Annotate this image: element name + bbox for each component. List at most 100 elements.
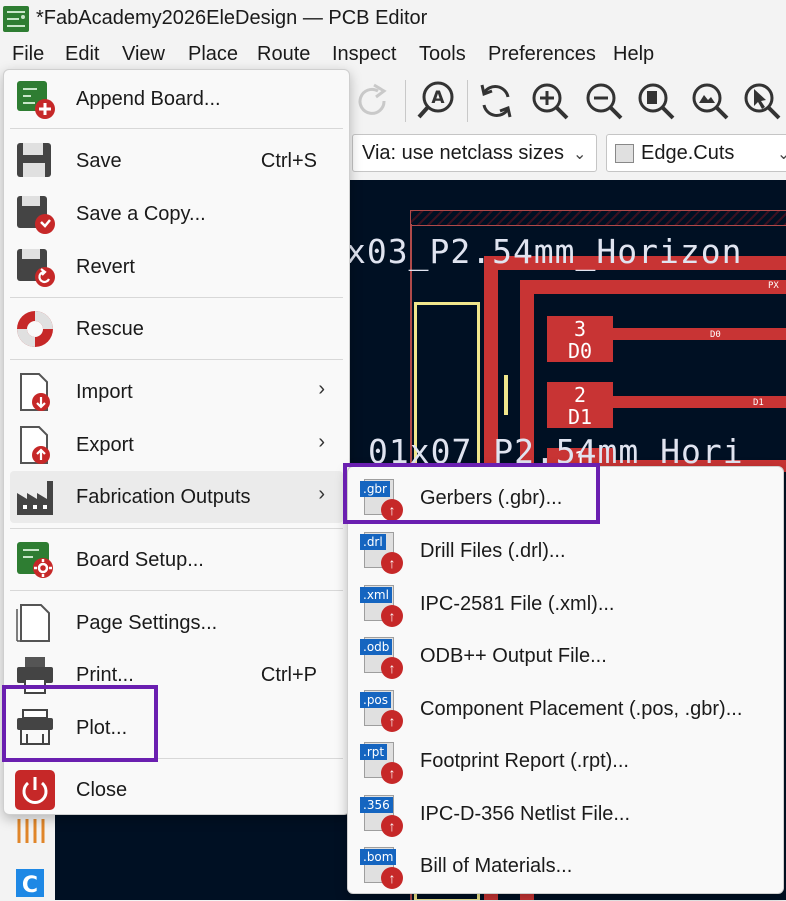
menu-item-append-board[interactable]: Append Board... [10, 73, 343, 125]
menu-separator [10, 128, 343, 129]
zoom-fit-icon[interactable] [634, 79, 678, 123]
menu-item-export[interactable]: Export › [10, 419, 343, 471]
menu-item-close[interactable]: Close [10, 764, 343, 816]
title-bar: *FabAcademy2026EleDesign — PCB Editor [0, 0, 786, 38]
menu-item-rescue[interactable]: Rescue [10, 303, 343, 355]
odb-file-icon: .odb ↑ [360, 635, 404, 679]
trace-net-label: D1 [753, 398, 764, 408]
power-icon [15, 770, 55, 810]
via-size-select[interactable]: Via: use netclass sizes ⌄ [352, 134, 597, 172]
layer-value: Edge.Cuts [641, 142, 735, 164]
menu-item-shortcut: Ctrl+S [260, 150, 317, 172]
menu-item-label: Print... [76, 664, 134, 686]
submenu-item-odb[interactable]: .odb ↑ ODB++ Output File... [354, 630, 777, 682]
submenu-item-bill-of-materials[interactable]: .bom ↑ Bill of Materials... [354, 840, 777, 892]
pad-net: D0 [567, 339, 593, 363]
rescue-icon [17, 311, 53, 347]
menu-item-import[interactable]: Import › [10, 366, 343, 418]
menu-item-label: Append Board... [76, 88, 221, 110]
footprint-icon[interactable]: C [12, 865, 48, 901]
submenu-item-label: Component Placement (.pos, .gbr)... [420, 698, 743, 720]
footprint-value-text: x03_P2.54mm_Horizon [346, 232, 743, 271]
submenu-item-footprint-report[interactable]: .rpt ↑ Footprint Report (.rpt)... [354, 735, 777, 787]
menu-file[interactable]: File [12, 43, 44, 66]
submenu-item-label: Footprint Report (.rpt)... [420, 750, 629, 772]
zoom-in-icon[interactable] [528, 79, 572, 123]
menu-edit[interactable]: Edit [65, 43, 99, 66]
menu-preferences[interactable]: Preferences [488, 43, 596, 66]
submenu-item-label: Bill of Materials... [420, 855, 573, 877]
gerbers-highlight-box [343, 463, 600, 524]
bom-file-icon: .bom ↑ [360, 845, 404, 889]
redo-icon[interactable] [352, 79, 396, 123]
submenu-item-label: Drill Files (.drl)... [420, 540, 566, 562]
trace-net-label: PX [768, 281, 779, 291]
rpt-file-icon: .rpt ↑ [360, 740, 404, 784]
append-board-icon [17, 81, 55, 119]
courtyard-outline [410, 210, 786, 226]
menu-separator [10, 528, 343, 529]
submenu-item-drill-files[interactable]: .drl ↑ Drill Files (.drl)... [354, 525, 777, 577]
menu-item-page-settings[interactable]: Page Settings... [10, 597, 343, 649]
tune-icon[interactable] [14, 815, 48, 845]
submenu-item-label: IPC-2581 File (.xml)... [420, 593, 615, 615]
submenu-item-label: ODB++ Output File... [420, 645, 607, 667]
fabrication-outputs-submenu: .gbr ↑ Gerbers (.gbr)... .drl ↑ Drill File… [347, 466, 784, 894]
pos-file-icon: .pos ↑ [360, 688, 404, 732]
menu-route[interactable]: Route [257, 43, 310, 66]
menu-item-label: Page Settings... [76, 612, 218, 634]
menu-item-save-copy[interactable]: Save a Copy... [10, 188, 343, 240]
pad-number: 3 [573, 317, 587, 341]
menu-item-revert[interactable]: Revert [10, 241, 343, 293]
save-icon [17, 143, 51, 177]
zoom-selection-icon[interactable] [740, 79, 784, 123]
save-copy-icon [17, 196, 55, 234]
menu-item-label: Revert [76, 256, 135, 278]
menu-item-label: Fabrication Outputs [76, 486, 251, 508]
menu-tools[interactable]: Tools [419, 43, 466, 66]
chevron-down-icon: ⌄ [777, 146, 786, 163]
refresh-icon[interactable] [474, 79, 518, 123]
menu-separator [10, 590, 343, 591]
menu-item-shortcut: Ctrl+P [260, 664, 317, 686]
submenu-arrow-icon: › [318, 483, 325, 505]
zoom-out-icon[interactable] [582, 79, 626, 123]
import-icon [20, 373, 50, 411]
menu-item-label: Export [76, 434, 134, 456]
submenu-arrow-icon: › [318, 431, 325, 453]
menu-item-board-setup[interactable]: Board Setup... [10, 534, 343, 586]
plot-highlight-box [2, 685, 158, 762]
silkscreen-mark [504, 375, 508, 415]
pad-number: 2 [573, 383, 587, 407]
revert-icon [17, 249, 55, 287]
copper-trace [612, 328, 786, 340]
menu-bar: File Edit View Place Route Inspect Tools… [0, 38, 786, 70]
toolbar-separator [467, 80, 468, 122]
submenu-item-component-placement[interactable]: .pos ↑ Component Placement (.pos, .gbr)..… [354, 683, 777, 735]
factory-icon [17, 481, 53, 515]
page-settings-icon [16, 604, 50, 642]
menu-item-label: Import [76, 381, 133, 403]
board-setup-icon [17, 542, 53, 578]
menu-place[interactable]: Place [188, 43, 238, 66]
menu-item-label: Save [76, 150, 122, 172]
copper-trace [520, 280, 786, 294]
search-text-icon[interactable]: A [414, 79, 458, 123]
submenu-arrow-icon: › [318, 378, 325, 400]
submenu-item-ipc-d-356[interactable]: .356 ↑ IPC-D-356 Netlist File... [354, 788, 777, 840]
svg-text:C: C [22, 873, 38, 898]
layer-select[interactable]: Edge.Cuts ⌄ [606, 134, 786, 172]
via-size-value: Via: use netclass sizes [362, 142, 564, 164]
menu-view[interactable]: View [122, 43, 165, 66]
zoom-objects-icon[interactable] [688, 79, 732, 123]
menu-item-fabrication-outputs[interactable]: Fabrication Outputs › [10, 471, 343, 523]
menu-item-label: Close [76, 779, 128, 801]
menu-inspect[interactable]: Inspect [332, 43, 396, 66]
toolbar-separator [405, 80, 406, 122]
menu-item-save[interactable]: Save Ctrl+S [10, 135, 343, 187]
svg-text:A: A [431, 88, 445, 108]
drill-file-icon: .drl ↑ [360, 530, 404, 574]
netlist-file-icon: .356 ↑ [360, 793, 404, 837]
menu-help[interactable]: Help [613, 43, 654, 66]
submenu-item-ipc2581[interactable]: .xml ↑ IPC-2581 File (.xml)... [354, 578, 777, 630]
